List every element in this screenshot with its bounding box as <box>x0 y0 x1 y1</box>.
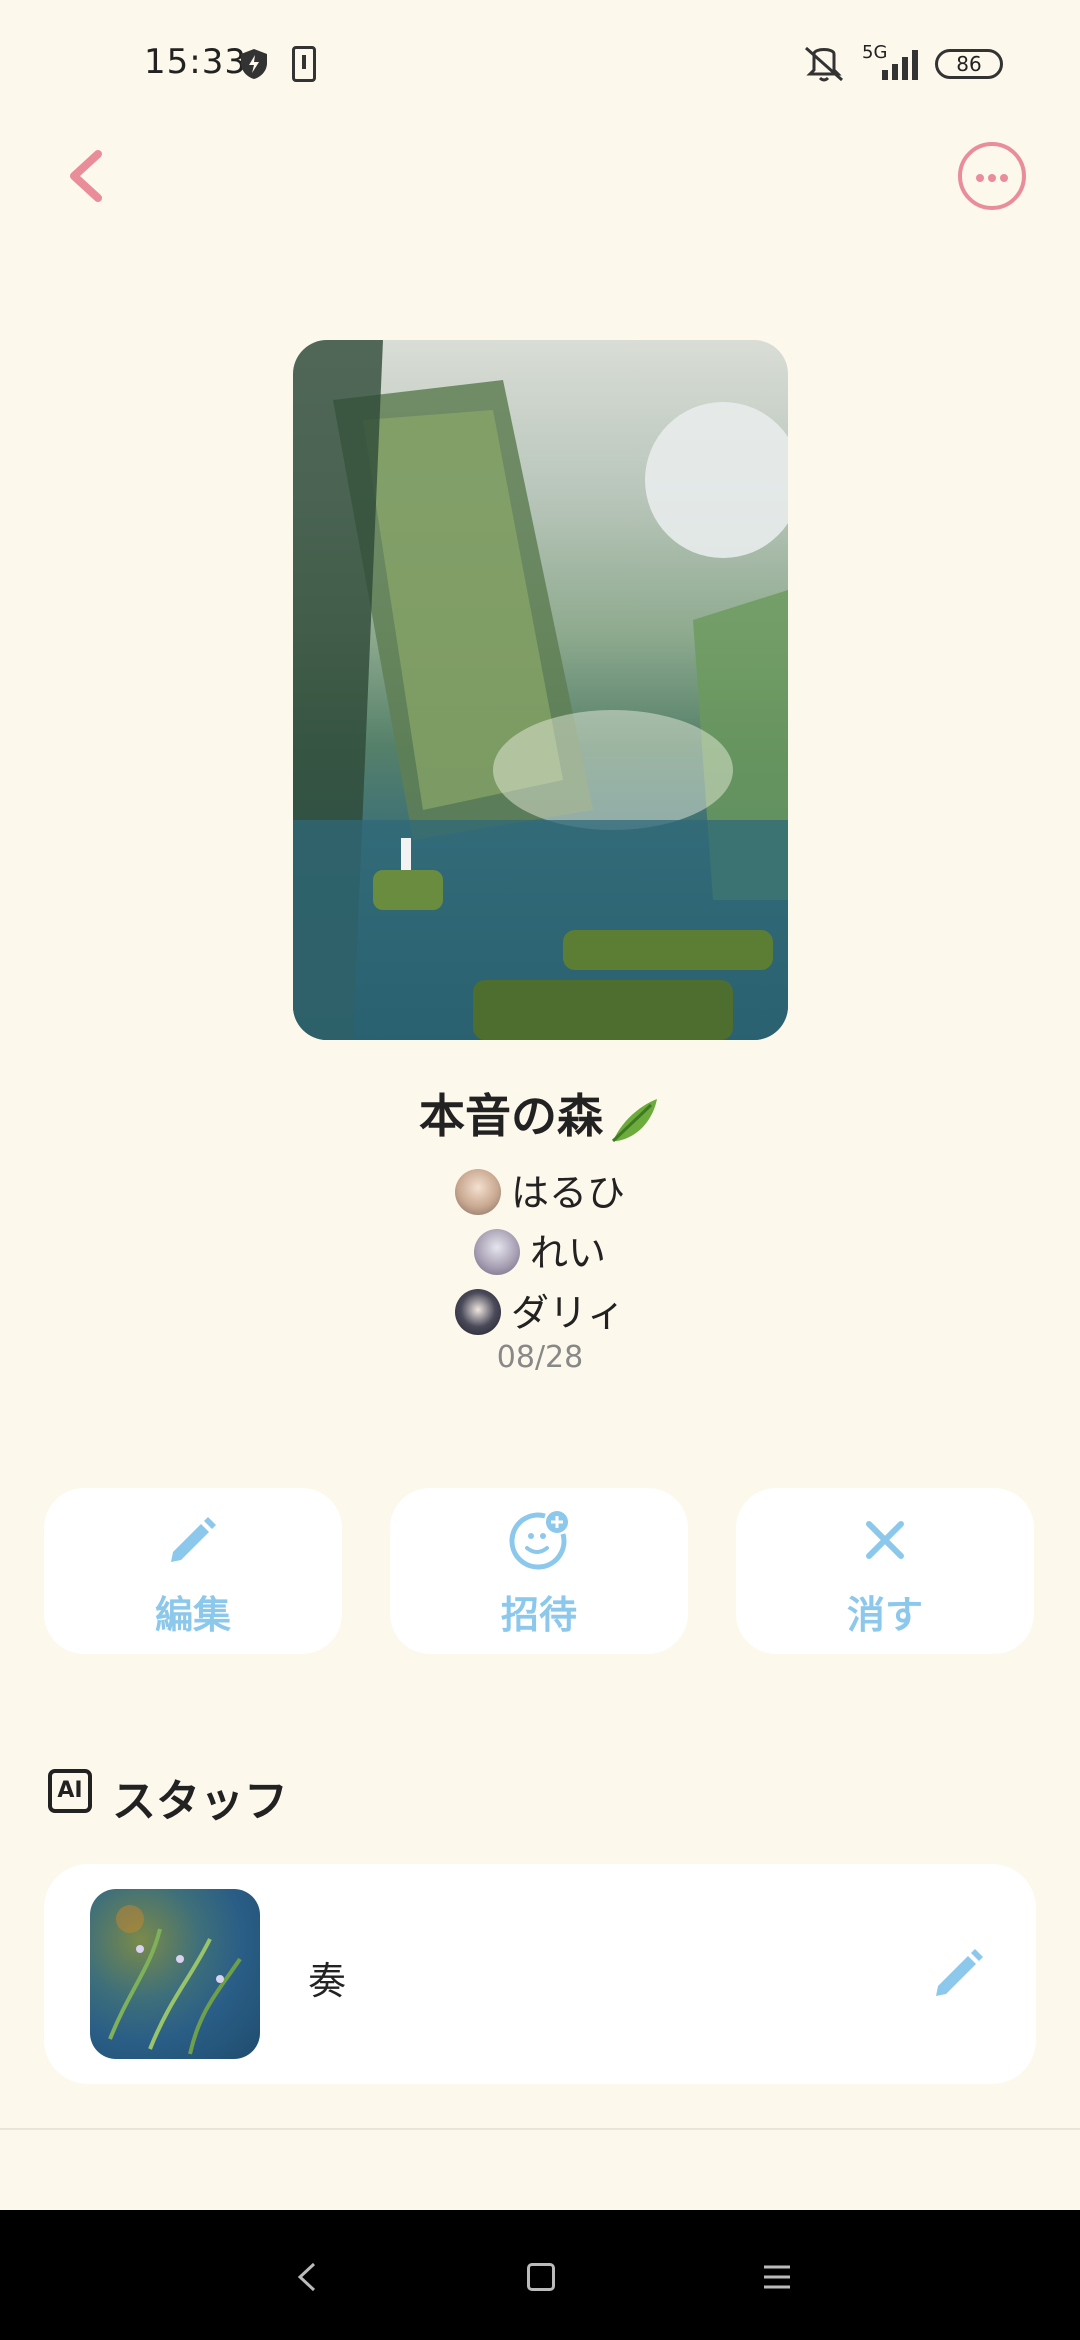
vibrate-mute-icon <box>805 46 843 82</box>
status-time: 15:33 <box>144 42 247 82</box>
staff-avatar <box>90 1889 260 2059</box>
staff-section-title: スタッフ <box>112 1776 288 1827</box>
pencil-icon[interactable] <box>932 1944 988 2000</box>
room-title: 本音の森 <box>0 1080 1080 1147</box>
pencil-icon <box>171 1517 216 1562</box>
phone-alert-icon <box>292 46 316 82</box>
divider <box>0 2128 1080 2130</box>
status-bar: 15:33 5G 86 <box>0 0 1080 130</box>
edit-label: 編集 <box>154 1593 231 1637</box>
member-name: れい <box>529 1231 606 1275</box>
add-friend-icon <box>509 1511 568 1570</box>
nav-back-icon[interactable] <box>292 2260 322 2294</box>
member-name: はるひ <box>510 1171 625 1215</box>
cover-illustration <box>293 340 788 1040</box>
leaf-icon <box>611 1098 657 1142</box>
more-options-button[interactable] <box>958 142 1026 210</box>
delete-button[interactable]: 消す <box>736 1488 1034 1654</box>
staff-list-item[interactable]: 奏 <box>44 1864 1036 2084</box>
close-icon <box>866 1521 904 1559</box>
system-nav-bar <box>0 2210 1080 2340</box>
invite-label: 招待 <box>500 1593 577 1637</box>
avatar <box>454 1168 501 1215</box>
signal-icon <box>882 50 918 80</box>
room-date: 08/28 <box>496 1340 584 1375</box>
delete-label: 消す <box>846 1593 923 1637</box>
staff-name: 奏 <box>308 1959 347 2003</box>
battery-indicator: 86 <box>935 49 1003 79</box>
avatar <box>454 1288 501 1335</box>
member-item[interactable]: れい <box>0 1222 1080 1279</box>
ai-badge-icon: AI <box>48 1769 92 1813</box>
shield-icon <box>241 49 267 79</box>
room-title-text: 本音の森 <box>419 1089 603 1143</box>
member-name: ダリィ <box>510 1291 625 1335</box>
invite-button[interactable]: 招待 <box>390 1488 688 1654</box>
nav-menu-icon[interactable] <box>762 2264 792 2290</box>
back-button[interactable] <box>62 148 112 204</box>
nav-home-icon[interactable] <box>527 2263 555 2291</box>
edit-button[interactable]: 編集 <box>44 1488 342 1654</box>
avatar <box>473 1228 520 1275</box>
room-cover-image <box>293 340 788 1040</box>
member-item[interactable]: ダリィ <box>0 1282 1080 1339</box>
member-item[interactable]: はるひ <box>0 1162 1080 1219</box>
staff-avatar-art <box>108 1905 242 2055</box>
